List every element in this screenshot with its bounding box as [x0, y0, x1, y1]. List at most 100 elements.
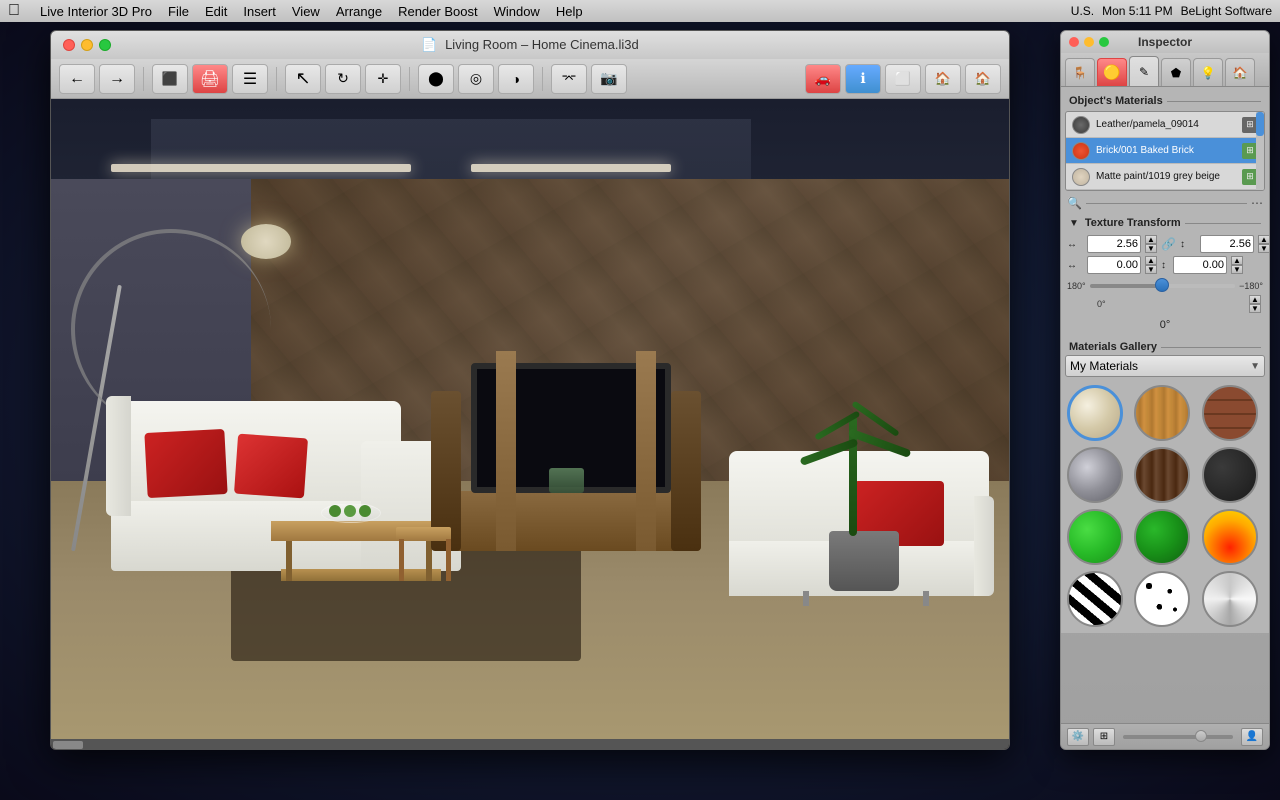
- angle-up[interactable]: ▲: [1249, 295, 1261, 304]
- tab-geometry[interactable]: ⬟: [1161, 58, 1191, 86]
- gallery-item-dark-wood[interactable]: [1134, 447, 1190, 503]
- angle-down[interactable]: ▼: [1249, 304, 1261, 313]
- viewport-scrollbar[interactable]: [51, 739, 1009, 750]
- search-icon[interactable]: 🔍: [1067, 196, 1082, 210]
- offset-y-down[interactable]: ▼: [1231, 265, 1243, 274]
- minimize-button[interactable]: [81, 39, 93, 51]
- view-button[interactable]: ☰: [232, 64, 268, 94]
- menubar-help[interactable]: Help: [556, 4, 583, 19]
- close-button[interactable]: [63, 39, 75, 51]
- toolbar-sep-4: [542, 67, 543, 91]
- gallery-item-dark[interactable]: [1202, 447, 1258, 503]
- menubar-arrange[interactable]: Arrange: [336, 4, 382, 19]
- material-item-0[interactable]: Leather/pamela_09014 ⊞: [1066, 112, 1264, 138]
- main-toolbar: ← → ⬛ 🖨 ☰ ↖ ↻ ✛ ⬤ ◎ ◑ ⌤ 📷 🚗 ℹ ⬜ 🏠 🏠: [51, 59, 1009, 99]
- gallery-item-green-bright[interactable]: [1067, 509, 1123, 565]
- material-item-1[interactable]: Brick/001 Baked Brick ⊞: [1066, 138, 1264, 164]
- inspector-minimize[interactable]: [1084, 37, 1094, 47]
- inspector-close[interactable]: [1069, 37, 1079, 47]
- floor-plan-button[interactable]: ⬛: [152, 64, 188, 94]
- ring-btn[interactable]: ◎: [458, 64, 494, 94]
- scale-y-stepper: ▲ ▼: [1258, 235, 1270, 253]
- menubar-view[interactable]: View: [292, 4, 320, 19]
- angle-stepper: ▲ ▼: [1249, 295, 1261, 313]
- camera-btn[interactable]: 📷: [591, 64, 627, 94]
- menubar-right: U.S. Mon 5:11 PM BeLight Software: [1071, 4, 1272, 18]
- inspector-maximize[interactable]: [1099, 37, 1109, 47]
- scale-row: ↔ 2.56 ▲ ▼ 🔗 ↕ 2.56 ▲ ▼: [1067, 235, 1263, 253]
- materials-scrollbar[interactable]: [1256, 112, 1264, 190]
- offset-x-icon: ↔: [1067, 260, 1083, 271]
- gallery-item-brick[interactable]: [1202, 385, 1258, 441]
- link-icon[interactable]: 🔗: [1161, 237, 1176, 251]
- gallery-item-fire[interactable]: [1202, 509, 1258, 565]
- offset-y-input[interactable]: [1173, 256, 1227, 274]
- tab-chair[interactable]: 🪑: [1065, 58, 1095, 86]
- menubar-edit[interactable]: Edit: [205, 4, 227, 19]
- scrollbar-handle[interactable]: [53, 741, 83, 749]
- filter-separator: [1086, 203, 1247, 204]
- sofa-arm-left: [106, 396, 131, 516]
- gallery-dropdown[interactable]: My Materials ▼: [1065, 355, 1265, 377]
- objects-btn[interactable]: 🚗: [805, 64, 841, 94]
- tab-house[interactable]: 🏠: [1225, 58, 1255, 86]
- settings-btn[interactable]: ⚙️: [1067, 728, 1089, 746]
- scale-y-down[interactable]: ▼: [1258, 244, 1270, 253]
- offset-x-input[interactable]: [1087, 256, 1141, 274]
- material-item-2[interactable]: Matte paint/1019 grey beige ⊞: [1066, 164, 1264, 190]
- gallery-item-spots[interactable]: [1134, 571, 1190, 627]
- person-btn[interactable]: 👤: [1241, 728, 1263, 746]
- offset-x-down[interactable]: ▼: [1145, 265, 1157, 274]
- material-swatch-0: [1072, 116, 1090, 134]
- gallery-item-chrome[interactable]: [1202, 571, 1258, 627]
- rotate-tool[interactable]: ↻: [325, 64, 361, 94]
- gallery-item-wood-light[interactable]: [1134, 385, 1190, 441]
- menubar-file[interactable]: File: [168, 4, 189, 19]
- tab-material[interactable]: 🟡: [1097, 58, 1127, 86]
- scale-x-up[interactable]: ▲: [1145, 235, 1157, 244]
- menubar-render[interactable]: Render Boost: [398, 4, 478, 19]
- offset-y-up[interactable]: ▲: [1231, 256, 1243, 265]
- gallery-item-green-dark[interactable]: [1134, 509, 1190, 565]
- house-btn[interactable]: 🏠: [925, 64, 961, 94]
- angle-slider[interactable]: [1090, 284, 1236, 288]
- toolbar-sep-1: [143, 67, 144, 91]
- apple-menu[interactable]: : [8, 2, 20, 20]
- tv-column-left: [496, 351, 516, 551]
- half-sphere-btn[interactable]: ◑: [498, 64, 534, 94]
- frame-btn[interactable]: ⬜: [885, 64, 921, 94]
- menubar-insert[interactable]: Insert: [243, 4, 276, 19]
- scale-y-input[interactable]: 2.56: [1200, 235, 1254, 253]
- inspector-title: Inspector: [1138, 35, 1192, 49]
- filter-more-icon[interactable]: ⋯: [1251, 196, 1263, 210]
- scale-x-input[interactable]: 2.56: [1087, 235, 1141, 253]
- view3d-btn[interactable]: 🏠: [965, 64, 1001, 94]
- nav-forward-button[interactable]: →: [99, 64, 135, 94]
- material-name-1: Brick/001 Baked Brick: [1096, 145, 1194, 156]
- scale-x-down[interactable]: ▼: [1145, 244, 1157, 253]
- tab-texture[interactable]: ✎: [1129, 56, 1159, 86]
- info-btn[interactable]: ℹ: [845, 64, 881, 94]
- sphere-btn[interactable]: ⬤: [418, 64, 454, 94]
- gallery-item-cream[interactable]: [1067, 385, 1123, 441]
- render-button[interactable]: 🖨: [192, 64, 228, 94]
- scale-y-up[interactable]: ▲: [1258, 235, 1270, 244]
- gallery-item-zebra[interactable]: [1067, 571, 1123, 627]
- menubar-app[interactable]: Live Interior 3D Pro: [40, 4, 152, 19]
- viewport-3d[interactable]: [51, 99, 1009, 750]
- tab-light[interactable]: 💡: [1193, 58, 1223, 86]
- gallery-item-metal[interactable]: [1067, 447, 1123, 503]
- filter-row: 🔍 ⋯: [1065, 193, 1265, 213]
- align-btn[interactable]: ⌤: [551, 64, 587, 94]
- material-name-2: Matte paint/1019 grey beige: [1096, 171, 1220, 183]
- menubar-window[interactable]: Window: [494, 4, 540, 19]
- move-tool[interactable]: ✛: [365, 64, 401, 94]
- size-slider[interactable]: [1123, 735, 1233, 739]
- inspector-bottom-bar: ⚙️ ⊞ 👤: [1061, 723, 1269, 749]
- maximize-button[interactable]: [99, 39, 111, 51]
- offset-x-up[interactable]: ▲: [1145, 256, 1157, 265]
- grid-btn[interactable]: ⊞: [1093, 728, 1115, 746]
- nav-back-button[interactable]: ←: [59, 64, 95, 94]
- select-tool[interactable]: ↖: [285, 64, 321, 94]
- offset-row: ↔ ▲ ▼ ↕ ▲ ▼: [1067, 256, 1263, 274]
